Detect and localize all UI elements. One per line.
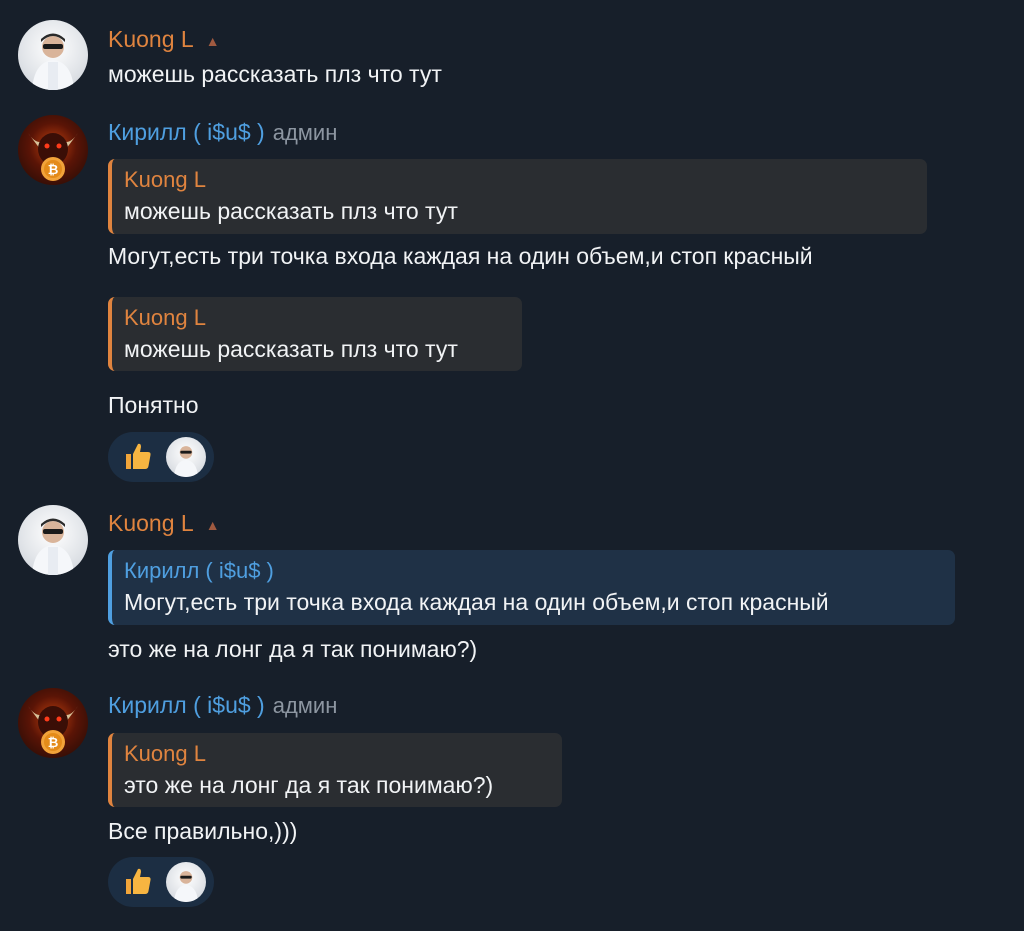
quote-text: Могут,есть три точка входа каждая на оди… [124,589,829,615]
reactor-avatar [166,437,206,477]
quote-author: Kuong L [124,167,206,192]
author-name[interactable]: Кирилл ( i$u$ ) админ [108,119,337,146]
quote-text: можешь рассказать плз что тут [124,336,458,362]
message-text: Понятно [108,392,199,418]
quote-text: можешь рассказать плз что тут [124,198,458,224]
reply-quote[interactable]: Кирилл ( i$u$ ) Могут,есть три точка вхо… [108,550,955,625]
svg-text:₿: ₿ [48,736,59,751]
person-photo-icon [32,33,74,90]
author-name-text: Кирилл ( i$u$ ) [108,119,265,145]
reply-quote[interactable]: Kuong L можешь рассказать плз что тут [108,159,927,234]
avatar-kuong[interactable] [18,20,88,90]
status-emoji-icon: ▲ [205,32,220,49]
message-text: Могут,есть три точка входа каждая на оди… [108,243,813,269]
author-name[interactable]: Kuong L ▲ [108,26,220,53]
thumbs-up-icon [126,443,151,469]
reactor-avatar [166,862,206,902]
svg-text:₿: ₿ [48,163,59,178]
message-text: можешь рассказать плз что тут [108,61,442,87]
person-photo-icon [32,518,74,575]
avatar-kirill[interactable]: ₿ [18,688,88,758]
author-name-text: Кирилл ( i$u$ ) [108,692,265,718]
author-name[interactable]: Кирилл ( i$u$ ) админ [108,692,337,719]
avatar-kirill[interactable]: ₿ [18,115,88,185]
status-emoji-icon: ▲ [205,516,220,533]
message-text: это же на лонг да я так понимаю?) [108,636,478,662]
author-name-text: Kuong L [108,510,194,536]
bull-bitcoin-icon: ₿ [28,133,78,181]
quote-author: Kuong L [124,305,206,330]
avatar-kuong[interactable] [18,505,88,575]
author-name[interactable]: Kuong L ▲ [108,510,220,537]
reply-quote[interactable]: Kuong L это же на лонг да я так понимаю?… [108,733,562,807]
bull-bitcoin-icon: ₿ [28,706,78,754]
reaction-pill[interactable] [108,432,214,482]
reply-quote[interactable]: Kuong L можешь рассказать плз что тут [108,297,522,371]
message-text: Все правильно,))) [108,818,298,844]
thumbs-up-icon [126,868,151,894]
quote-text: это же на лонг да я так понимаю?) [124,772,494,798]
admin-badge: админ [272,120,338,145]
author-name-text: Kuong L [108,26,194,52]
quote-author: Кирилл ( i$u$ ) [124,558,274,583]
quote-author: Kuong L [124,741,206,766]
reaction-pill[interactable] [108,857,214,907]
admin-badge: админ [272,693,338,718]
